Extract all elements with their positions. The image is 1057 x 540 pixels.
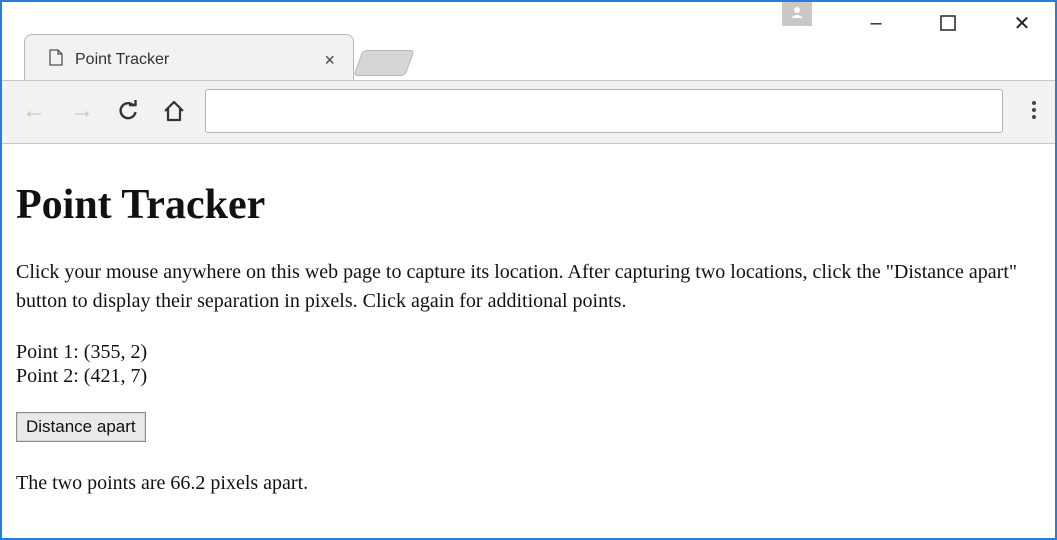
distance-apart-button[interactable]: Distance apart bbox=[16, 412, 146, 442]
kebab-menu-icon[interactable] bbox=[1024, 95, 1044, 125]
home-icon[interactable] bbox=[160, 97, 188, 125]
tab-title: Point Tracker bbox=[75, 51, 170, 68]
profile-icon[interactable] bbox=[782, 2, 812, 26]
browser-toolbar: ← → bbox=[2, 80, 1055, 144]
back-arrow-icon[interactable]: ← bbox=[20, 97, 48, 125]
maximize-button[interactable] bbox=[924, 8, 972, 38]
maximize-icon bbox=[940, 15, 956, 31]
forward-arrow-icon[interactable]: → bbox=[68, 97, 96, 125]
address-bar[interactable] bbox=[205, 89, 1003, 133]
tab-strip: Point Tracker × – ✕ bbox=[2, 2, 1055, 80]
tab-close-icon[interactable]: × bbox=[324, 50, 335, 70]
page-icon bbox=[49, 49, 63, 71]
minimize-button[interactable]: – bbox=[852, 8, 900, 38]
page-content: Point Tracker Click your mouse anywhere … bbox=[2, 180, 1055, 495]
reload-icon[interactable] bbox=[114, 97, 142, 125]
point-1-text: Point 1: (355, 2) bbox=[16, 341, 148, 363]
browser-window: Point Tracker × – ✕ ← → Point Tracker Cl… bbox=[0, 0, 1057, 540]
instructions-text: Click your mouse anywhere on this web pa… bbox=[16, 261, 1018, 312]
point-2-text: Point 2: (421, 7) bbox=[16, 365, 148, 387]
points-list: Point 1: (355, 2) Point 2: (421, 7) bbox=[16, 340, 1055, 388]
page-title: Point Tracker bbox=[16, 182, 266, 228]
new-tab-button[interactable] bbox=[353, 50, 415, 76]
tab-point-tracker[interactable]: Point Tracker × bbox=[24, 34, 354, 80]
close-window-button[interactable]: ✕ bbox=[998, 8, 1046, 38]
distance-result-text: The two points are 66.2 pixels apart. bbox=[16, 472, 309, 494]
